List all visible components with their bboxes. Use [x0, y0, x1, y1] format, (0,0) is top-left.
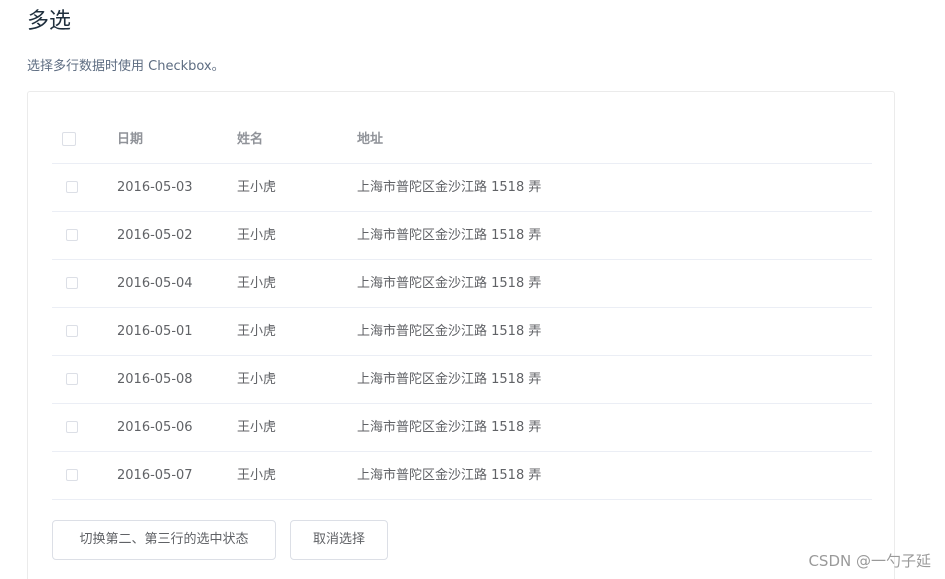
toggle-selection-button[interactable]: 切换第二、第三行的选中状态 [52, 520, 276, 560]
row-address: 上海市普陀区金沙江路 1518 弄 [357, 324, 542, 339]
demo-block: 日期 姓名 地址 2016-05-03 王小虎 上海市普陀区金沙江路 1518 … [27, 91, 895, 579]
row-address: 上海市普陀区金沙江路 1518 弄 [357, 372, 542, 387]
row-date: 2016-05-08 [117, 372, 193, 387]
row-date: 2016-05-04 [117, 276, 193, 291]
row-name: 王小虎 [237, 468, 277, 483]
table-row[interactable]: 2016-05-07 王小虎 上海市普陀区金沙江路 1518 弄 [52, 452, 872, 500]
watermark: CSDN @一勺子延 [808, 552, 931, 570]
row-name: 王小虎 [237, 372, 277, 387]
table-row[interactable]: 2016-05-04 王小虎 上海市普陀区金沙江路 1518 弄 [52, 260, 872, 308]
row-name: 王小虎 [237, 180, 277, 195]
clear-selection-button[interactable]: 取消选择 [290, 520, 388, 560]
select-all-checkbox[interactable] [62, 132, 76, 146]
row-address: 上海市普陀区金沙江路 1518 弄 [357, 180, 542, 195]
row-checkbox[interactable] [66, 469, 78, 481]
table-header-row: 日期 姓名 地址 [52, 116, 872, 164]
column-header-date[interactable]: 日期 [117, 116, 143, 163]
row-address: 上海市普陀区金沙江路 1518 弄 [357, 420, 542, 435]
page-description: 选择多行数据时使用 Checkbox。 [27, 59, 225, 74]
column-header-address[interactable]: 地址 [357, 116, 383, 163]
row-date: 2016-05-03 [117, 180, 193, 195]
row-checkbox[interactable] [66, 277, 78, 289]
row-date: 2016-05-01 [117, 324, 193, 339]
row-name: 王小虎 [237, 420, 277, 435]
row-name: 王小虎 [237, 324, 277, 339]
table-row[interactable]: 2016-05-03 王小虎 上海市普陀区金沙江路 1518 弄 [52, 164, 872, 212]
row-name: 王小虎 [237, 228, 277, 243]
row-checkbox[interactable] [66, 373, 78, 385]
row-checkbox[interactable] [66, 181, 78, 193]
row-checkbox[interactable] [66, 421, 78, 433]
page: 多选 选择多行数据时使用 Checkbox。 日期 姓名 地址 2016-05-… [0, 0, 945, 579]
column-header-name[interactable]: 姓名 [237, 116, 263, 163]
row-date: 2016-05-06 [117, 420, 193, 435]
row-address: 上海市普陀区金沙江路 1518 弄 [357, 276, 542, 291]
row-address: 上海市普陀区金沙江路 1518 弄 [357, 228, 542, 243]
row-checkbox[interactable] [66, 229, 78, 241]
table-row[interactable]: 2016-05-06 王小虎 上海市普陀区金沙江路 1518 弄 [52, 404, 872, 452]
row-checkbox[interactable] [66, 325, 78, 337]
row-name: 王小虎 [237, 276, 277, 291]
table-row[interactable]: 2016-05-02 王小虎 上海市普陀区金沙江路 1518 弄 [52, 212, 872, 260]
table-row[interactable]: 2016-05-01 王小虎 上海市普陀区金沙江路 1518 弄 [52, 308, 872, 356]
page-title: 多选 [27, 9, 72, 34]
data-table: 日期 姓名 地址 2016-05-03 王小虎 上海市普陀区金沙江路 1518 … [52, 116, 872, 500]
row-date: 2016-05-02 [117, 228, 193, 243]
row-date: 2016-05-07 [117, 468, 193, 483]
row-address: 上海市普陀区金沙江路 1518 弄 [357, 468, 542, 483]
table-row[interactable]: 2016-05-08 王小虎 上海市普陀区金沙江路 1518 弄 [52, 356, 872, 404]
